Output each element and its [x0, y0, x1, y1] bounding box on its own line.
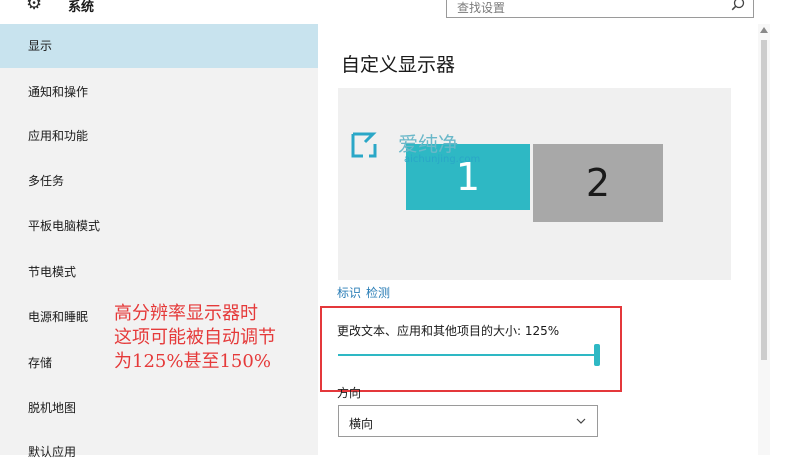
sidebar-item-apps[interactable]: 应用和功能 [0, 114, 318, 158]
sidebar-item-label: 通知和操作 [28, 85, 89, 99]
search-placeholder: 查找设置 [457, 1, 506, 15]
red-annotation-note: 高分辨率显示器时 这项可能被自动调节 为125%甚至150% [114, 302, 276, 374]
sidebar-item-offline-maps[interactable]: 脱机地图 [0, 386, 318, 430]
scroll-up-arrow-icon[interactable] [760, 27, 768, 33]
orientation-value: 横向 [349, 417, 374, 431]
sidebar-item-label: 显示 [28, 39, 53, 53]
sidebar-item-label: 电源和睡眠 [28, 310, 89, 324]
scale-label: 更改文本、应用和其他项目的大小: 125% [337, 324, 560, 338]
sidebar-item-default-apps[interactable]: 默认应用 [0, 430, 318, 474]
vertical-scrollbar[interactable] [758, 24, 770, 455]
annotation-line: 为125%甚至150% [114, 351, 271, 372]
monitor-2[interactable]: 2 [533, 144, 663, 222]
page-title: 自定义显示器 [341, 54, 456, 76]
search-icon[interactable] [731, 0, 745, 11]
watermark-logo-icon [351, 132, 377, 158]
chevron-down-icon [576, 418, 586, 424]
sidebar-item-battery-saver[interactable]: 节电模式 [0, 250, 318, 294]
orientation-label: 方向 [337, 386, 362, 400]
sidebar-item-notifications[interactable]: 通知和操作 [0, 70, 318, 114]
main-panel: 自定义显示器 1 2 爱纯净 aichunjing.com 标识 检测 更改文本… [318, 24, 758, 455]
watermark-name: 爱纯净 [398, 132, 458, 156]
sidebar-item-label: 应用和功能 [28, 129, 89, 143]
scrollbar-thumb[interactable] [761, 40, 767, 360]
sidebar-item-label: 默认应用 [28, 445, 77, 459]
title-bar: ⚙ 系统 查找设置 [0, 0, 787, 24]
orientation-dropdown[interactable]: 横向 [338, 405, 598, 437]
annotation-line: 这项可能被自动调节 [114, 327, 276, 348]
sidebar-item-multitasking[interactable]: 多任务 [0, 159, 318, 203]
app-title: 系统 [68, 0, 95, 15]
sidebar-item-label: 脱机地图 [28, 401, 77, 415]
search-input[interactable]: 查找设置 [446, 0, 754, 18]
scale-slider-track[interactable] [338, 354, 596, 356]
watermark-url: aichunjing.com [404, 154, 481, 165]
sidebar: 显示 通知和操作 应用和功能 多任务 平板电脑模式 节电模式 电源和睡眠 存储 … [0, 24, 318, 459]
sidebar-item-tablet-mode[interactable]: 平板电脑模式 [0, 204, 318, 248]
right-margin [770, 0, 787, 455]
detect-link[interactable]: 检测 [366, 284, 390, 301]
sidebar-item-label: 平板电脑模式 [28, 219, 101, 233]
display-arrangement-preview: 1 2 爱纯净 aichunjing.com [338, 88, 731, 280]
sidebar-item-label: 存储 [28, 356, 53, 370]
scale-slider-thumb[interactable] [594, 344, 600, 366]
sidebar-item-label: 多任务 [28, 174, 65, 188]
sidebar-item-label: 节电模式 [28, 265, 77, 279]
red-highlight-box [320, 306, 622, 392]
identify-link[interactable]: 标识 [337, 284, 361, 301]
gear-icon: ⚙ [26, 0, 43, 14]
annotation-line: 高分辨率显示器时 [114, 303, 258, 324]
sidebar-item-display[interactable]: 显示 [0, 24, 318, 68]
